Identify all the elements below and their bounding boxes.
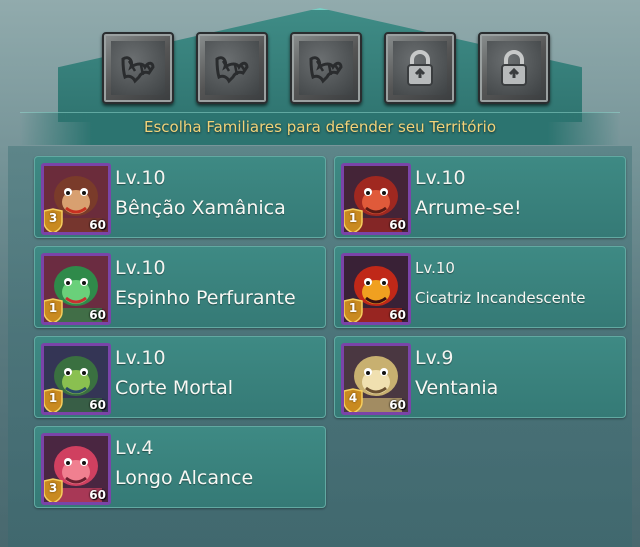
familiar-skill-name: Arrume-se! — [415, 197, 522, 219]
rank-number: 3 — [48, 211, 58, 225]
claw-icon — [111, 41, 165, 95]
familiar-skill-name: Cicatriz Incandescente — [415, 289, 586, 307]
portrait-level: 60 — [89, 398, 106, 412]
rank-shield-badge: 4 — [344, 388, 364, 412]
familiar-skill-name: Longo Alcance — [115, 467, 254, 489]
familiar-card[interactable]: 3 60 Lv.10 Bênção Xamânica — [34, 156, 326, 238]
pink-golem-portrait: 3 60 — [41, 433, 111, 505]
familiar-skill-name: Corte Mortal — [115, 377, 234, 399]
claw-icon — [299, 41, 353, 95]
rank-shield-badge: 3 — [44, 478, 64, 502]
fire-spirit-portrait: 1 60 — [341, 253, 411, 325]
portrait-level: 60 — [89, 308, 106, 322]
rank-number: 1 — [348, 301, 358, 315]
familiar-level-label: Lv.9 — [415, 347, 454, 369]
claw-icon — [205, 41, 259, 95]
familiar-level-label: Lv.10 — [115, 347, 166, 369]
locked-defense-slot[interactable] — [478, 32, 550, 104]
goblin-warrior-portrait: 1 60 — [41, 343, 111, 415]
locked-defense-slot[interactable] — [384, 32, 456, 104]
portrait-level: 60 — [389, 398, 406, 412]
familiar-skill-name: Espinho Perfurante — [115, 287, 296, 309]
rank-number: 4 — [348, 391, 358, 405]
lock-icon — [487, 41, 541, 95]
cactus-beast-portrait: 1 60 — [41, 253, 111, 325]
portrait-level: 60 — [389, 218, 406, 232]
familiar-card[interactable]: 4 60 Lv.9 Ventania — [334, 336, 626, 418]
portrait-level: 60 — [389, 308, 406, 322]
familiar-skill-name: Bênção Xamânica — [115, 197, 286, 219]
rank-number: 3 — [48, 481, 58, 495]
rank-shield-badge: 1 — [344, 298, 364, 322]
empty-defense-slot[interactable] — [196, 32, 268, 104]
empty-defense-slot[interactable] — [290, 32, 362, 104]
rank-shield-badge: 3 — [44, 208, 64, 232]
empty-defense-slot[interactable] — [102, 32, 174, 104]
familiar-card[interactable]: 1 60 Lv.10 Corte Mortal — [34, 336, 326, 418]
familiar-card[interactable]: 3 60 Lv.4 Longo Alcance — [34, 426, 326, 508]
portrait-level: 60 — [89, 488, 106, 502]
familiar-skill-name: Ventania — [415, 377, 499, 399]
red-ogre-portrait: 1 60 — [341, 163, 411, 235]
rank-shield-badge: 1 — [44, 298, 64, 322]
rank-number: 1 — [48, 301, 58, 315]
rank-number: 1 — [348, 211, 358, 225]
familiar-card[interactable]: 1 60 Lv.10 Espinho Perfurante — [34, 246, 326, 328]
griffin-portrait: 4 60 — [341, 343, 411, 415]
page-title: Escolha Familiares para defender seu Ter… — [143, 118, 496, 136]
rank-shield-badge: 1 — [344, 208, 364, 232]
portrait-level: 60 — [89, 218, 106, 232]
familiar-level-label: Lv.4 — [115, 437, 154, 459]
familiar-level-label: Lv.10 — [415, 259, 455, 277]
rank-number: 1 — [48, 391, 58, 405]
familiar-card[interactable]: 1 60 Lv.10 Cicatriz Incandescente — [334, 246, 626, 328]
familiar-level-label: Lv.10 — [115, 167, 166, 189]
rank-shield-badge: 1 — [44, 388, 64, 412]
familiar-level-label: Lv.10 — [115, 257, 166, 279]
familiar-card[interactable]: 1 60 Lv.10 Arrume-se! — [334, 156, 626, 238]
lock-icon — [393, 41, 447, 95]
familiar-level-label: Lv.10 — [415, 167, 466, 189]
shaman-beast-portrait: 3 60 — [41, 163, 111, 235]
